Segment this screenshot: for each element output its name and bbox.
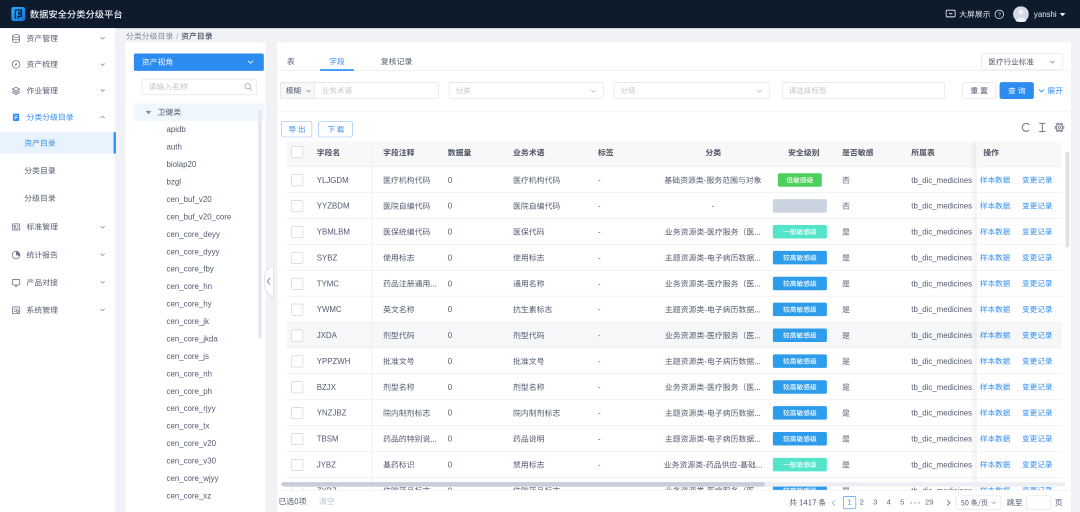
svg-text:?: ? <box>998 12 1001 18</box>
